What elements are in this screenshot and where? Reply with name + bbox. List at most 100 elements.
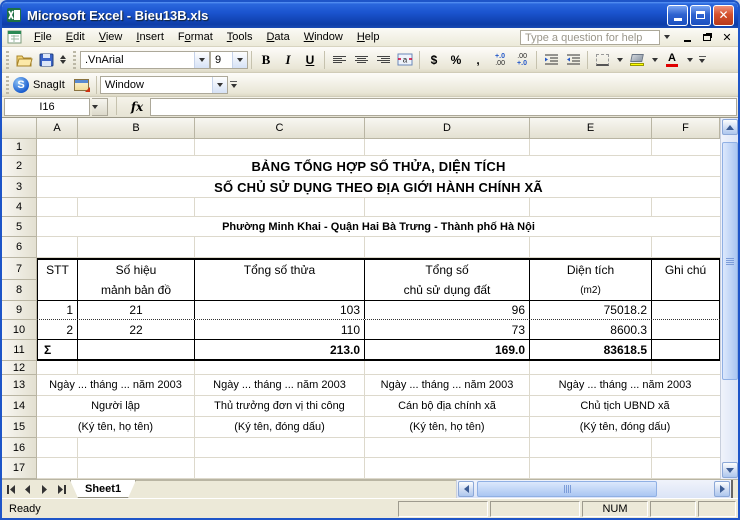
cell-c7[interactable]: Tổng số thửa (195, 260, 365, 280)
save-button[interactable] (35, 49, 57, 70)
cell[interactable] (652, 438, 720, 457)
underline-button[interactable]: U (299, 49, 321, 70)
menu-format[interactable]: Format (171, 29, 220, 45)
merge-center-button[interactable]: a (394, 49, 416, 70)
cell-d11[interactable]: 169.0 (365, 340, 530, 359)
toolbar-grip[interactable] (6, 50, 9, 69)
row-header-10[interactable]: 10 (2, 320, 37, 340)
toolbar-options-icon[interactable] (696, 50, 708, 70)
scroll-left-button[interactable] (458, 481, 474, 497)
cell-d10[interactable]: 73 (365, 320, 530, 339)
menu-view[interactable]: View (92, 29, 130, 45)
menu-window[interactable]: Window (297, 29, 350, 45)
scroll-right-button[interactable] (714, 481, 730, 497)
cell[interactable] (78, 198, 195, 216)
column-header-a[interactable]: A (37, 118, 78, 139)
chevron-down-icon[interactable] (194, 51, 209, 68)
chevron-down-icon[interactable] (232, 51, 247, 68)
row-header-17[interactable]: 17 (2, 458, 37, 479)
cell-d7[interactable]: Tổng số (365, 260, 530, 280)
cell[interactable] (530, 198, 652, 216)
comma-button[interactable]: , (467, 49, 489, 70)
cell[interactable] (365, 198, 530, 216)
scroll-down-button[interactable] (722, 462, 738, 478)
font-color-button[interactable]: A (661, 49, 683, 70)
cell[interactable] (365, 237, 530, 257)
menu-file[interactable]: File (27, 29, 59, 45)
cell-a7[interactable]: STT (37, 260, 78, 280)
currency-button[interactable]: $ (423, 49, 445, 70)
cell[interactable] (365, 438, 530, 457)
cell-signnote-3[interactable]: (Ký tên, họ tên) (365, 417, 530, 437)
row-header-14[interactable]: 14 (2, 396, 37, 417)
formula-input[interactable] (150, 98, 737, 116)
chevron-down-icon[interactable] (211, 76, 227, 93)
cell-subtitle[interactable]: Phường Minh Khai - Quận Hai Bà Trưng - T… (37, 217, 720, 236)
cell-title-line1[interactable]: BẢNG TỔNG HỢP SỐ THỬA, DIỆN TÍCH (37, 156, 720, 176)
cell-date-3[interactable]: Ngày ... tháng ... năm 2003 (365, 375, 530, 395)
cell[interactable] (78, 139, 195, 155)
menu-insert[interactable]: Insert (129, 29, 171, 45)
cell[interactable] (530, 237, 652, 257)
decrease-decimal-button[interactable]: .00 +.0 (511, 49, 533, 70)
workbook-restore-button[interactable] (699, 30, 715, 44)
row-header-2[interactable]: 2 (2, 156, 37, 177)
cell-role-4[interactable]: Chủ tịch UBND xã (530, 396, 720, 416)
row-header-12[interactable]: 12 (2, 361, 37, 375)
row-header-7[interactable]: 7 (2, 258, 37, 280)
column-header-b[interactable]: B (78, 118, 195, 139)
cell-e11[interactable]: 83618.5 (530, 340, 652, 359)
cell-date-4[interactable]: Ngày ... tháng ... năm 2003 (530, 375, 720, 395)
tab-split-handle[interactable] (731, 480, 738, 498)
snagit-logo-icon[interactable]: S (13, 76, 29, 93)
row-header-4[interactable]: 4 (2, 198, 37, 217)
menu-data[interactable]: Data (259, 29, 296, 45)
snagit-capture-button[interactable] (71, 74, 93, 95)
cell[interactable] (37, 438, 78, 457)
cell-signnote-2[interactable]: (Ký tên, đóng dấu) (195, 417, 365, 437)
cell[interactable] (78, 438, 195, 457)
cell-a11[interactable]: Σ (37, 340, 78, 359)
cell-b8[interactable]: mảnh bản đồ (78, 280, 195, 300)
cell[interactable] (195, 198, 365, 216)
cell[interactable] (78, 458, 195, 478)
horizontal-scroll-thumb[interactable] (477, 481, 657, 497)
font-name-combo[interactable]: .VnArial (80, 50, 210, 69)
cell[interactable] (195, 237, 365, 257)
row-header-9[interactable]: 9 (2, 301, 37, 320)
cell-a9[interactable]: 1 (37, 301, 78, 319)
cell[interactable] (37, 237, 78, 257)
cell-d8[interactable]: chủ sử dụng đất (365, 280, 530, 300)
borders-dropdown-icon[interactable] (613, 52, 626, 67)
cell[interactable] (652, 458, 720, 478)
fill-color-button[interactable] (626, 49, 648, 70)
increase-indent-button[interactable] (562, 49, 584, 70)
cell[interactable] (652, 237, 720, 257)
cell[interactable] (530, 458, 652, 478)
cell[interactable] (37, 361, 78, 374)
cell-b11[interactable] (78, 340, 195, 359)
row-header-15[interactable]: 15 (2, 417, 37, 438)
cell[interactable] (365, 139, 530, 155)
row-header-16[interactable]: 16 (2, 438, 37, 458)
maximize-button[interactable] (690, 4, 711, 26)
cell-signnote-4[interactable]: (Ký tên, đóng dấu) (530, 417, 720, 437)
cell-role-3[interactable]: Cán bộ địa chính xã (365, 396, 530, 416)
minimize-button[interactable] (667, 4, 688, 26)
cell-a8[interactable] (37, 280, 78, 300)
column-header-d[interactable]: D (365, 118, 530, 139)
name-box[interactable]: I16 (4, 98, 90, 116)
menu-edit[interactable]: Edit (59, 29, 92, 45)
vertical-scroll-thumb[interactable] (722, 142, 738, 380)
toolbar-grip[interactable] (6, 75, 9, 94)
cell[interactable] (365, 458, 530, 478)
font-color-dropdown-icon[interactable] (683, 52, 696, 67)
align-left-button[interactable] (328, 49, 350, 70)
row-header-11[interactable]: 11 (2, 340, 37, 361)
cell-e8[interactable]: (m2) (530, 280, 652, 300)
cell[interactable] (652, 198, 720, 216)
cell-c9[interactable]: 103 (195, 301, 365, 319)
workbook-icon[interactable] (7, 30, 22, 44)
workbook-minimize-button[interactable] (679, 30, 695, 44)
cell[interactable] (195, 438, 365, 457)
